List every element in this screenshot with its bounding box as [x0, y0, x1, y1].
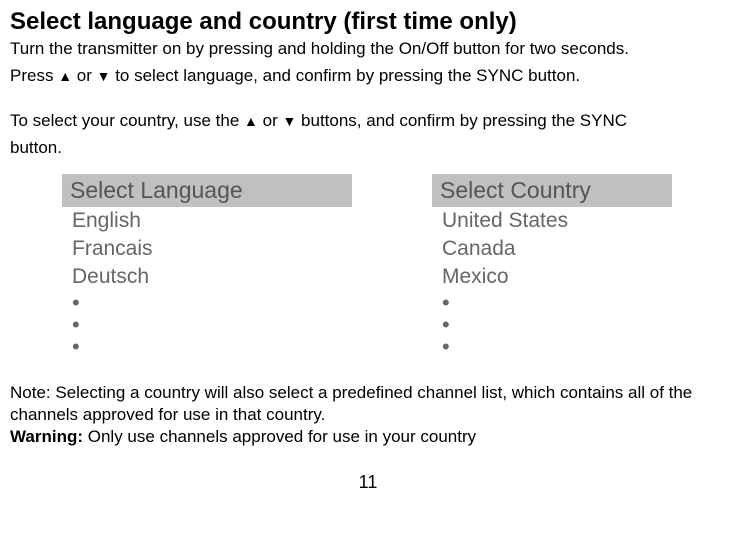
list-item: Deutsch [62, 263, 352, 291]
page-title: Select language and country (first time … [10, 8, 726, 36]
bullet-icon: • [62, 292, 352, 314]
up-arrow-icon: ▲ [244, 113, 258, 129]
list-item: Mexico [432, 263, 672, 291]
country-list: Select Country United States Canada Mexi… [432, 174, 672, 358]
warning-text: Only use channels approved for use in yo… [83, 427, 476, 446]
text-fragment: or [72, 66, 97, 85]
note-text: Note: Selecting a country will also sele… [10, 382, 726, 426]
lists-row: Select Language English Francais Deutsch… [10, 174, 726, 358]
warning-label: Warning: [10, 427, 83, 446]
bullet-icon: • [62, 314, 352, 336]
page-number: 11 [10, 472, 726, 493]
bullet-icon: • [62, 336, 352, 358]
text-fragment: or [258, 111, 283, 130]
bullet-icon: • [432, 292, 672, 314]
language-list-header: Select Language [62, 174, 352, 207]
instruction-line-3: To select your country, use the ▲ or ▼ b… [10, 110, 726, 133]
language-list: Select Language English Francais Deutsch… [62, 174, 352, 358]
instruction-line-2: Press ▲ or ▼ to select language, and con… [10, 65, 726, 88]
up-arrow-icon: ▲ [58, 68, 72, 84]
instruction-line-1: Turn the transmitter on by pressing and … [10, 38, 726, 61]
list-item: English [62, 207, 352, 235]
list-item: United States [432, 207, 672, 235]
list-item: Canada [432, 235, 672, 263]
text-fragment: Press [10, 66, 58, 85]
warning-line: Warning: Only use channels approved for … [10, 426, 726, 448]
list-item: Francais [62, 235, 352, 263]
bullet-icon: • [432, 314, 672, 336]
text-fragment: to select language, and confirm by press… [110, 66, 580, 85]
text-fragment: To select your country, use the [10, 111, 244, 130]
down-arrow-icon: ▼ [282, 113, 296, 129]
down-arrow-icon: ▼ [97, 68, 111, 84]
country-list-header: Select Country [432, 174, 672, 207]
text-fragment: buttons, and confirm by pressing the SYN… [296, 111, 627, 130]
instruction-line-4: button. [10, 137, 726, 160]
bullet-icon: • [432, 336, 672, 358]
